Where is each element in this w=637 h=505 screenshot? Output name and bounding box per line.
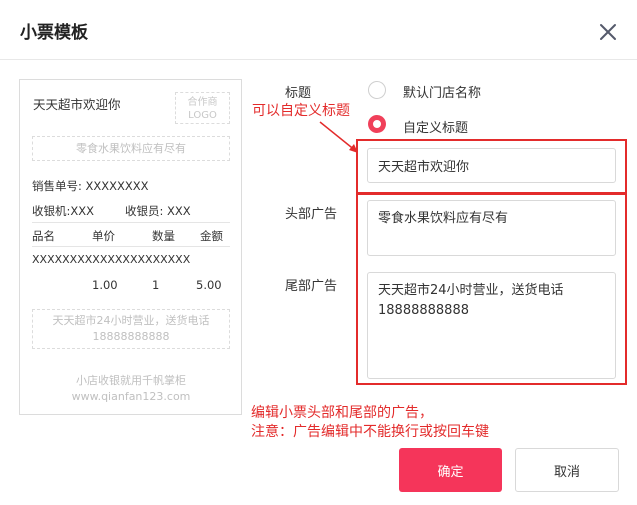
divider [32, 222, 230, 223]
receipt-preview: 天天超市欢迎你 合作商 LOGO 零食水果饮料应有尽有 销售单号: XXXXXX… [19, 79, 242, 415]
annotation-edit-line-1: 编辑小票头部和尾部的广告， [251, 405, 433, 421]
receipt-template-dialog: 小票模板 天天超市欢迎你 合作商 LOGO 零食水果饮料应有尽有 销售单号: X… [0, 0, 637, 505]
receipt-order-no: 销售单号: XXXXXXXX [32, 179, 149, 193]
annotation-edit-line-2: 注意：广告编辑中不能换行或按回车键 [251, 424, 489, 440]
partner-logo-placeholder: 合作商 LOGO [175, 92, 230, 124]
receipt-item-qty: 1 [152, 278, 160, 292]
brand-line-2: www.qianfan123.com [71, 390, 191, 403]
col-header-amount: 金额 [200, 229, 223, 243]
title-label: 标题 [285, 86, 312, 101]
confirm-button[interactable]: 确定 [399, 448, 502, 492]
foot-ad-label: 尾部广告 [285, 279, 338, 294]
radio-default-label: 默认门店名称 [403, 86, 482, 101]
head-ad-label: 头部广告 [285, 207, 338, 222]
annotation-custom-title: 可以自定义标题 [252, 103, 350, 119]
logo-line-2: LOGO [188, 110, 217, 121]
title-input[interactable] [367, 148, 616, 183]
logo-line-1: 合作商 [187, 97, 218, 108]
brand-line-1: 小店收银就用千帆掌柜 [76, 374, 186, 387]
cancel-button[interactable]: 取消 [515, 448, 619, 492]
dialog-title: 小票模板 [20, 23, 88, 43]
foot-ad-line-2: 18888888888 [92, 330, 170, 343]
foot-ad-line-1: 天天超市24小时营业，送货电话 [52, 314, 210, 327]
radio-custom-label: 自定义标题 [403, 121, 469, 136]
receipt-brand-footer: 小店收银就用千帆掌柜 www.qianfan123.com [32, 373, 230, 405]
receipt-cashier: 收银员: XXX [125, 204, 191, 218]
receipt-title: 天天超市欢迎你 [33, 97, 121, 112]
receipt-head-ad: 零食水果饮料应有尽有 [32, 136, 230, 161]
col-header-name: 品名 [32, 229, 55, 243]
close-icon[interactable] [596, 20, 620, 44]
foot-ad-textarea[interactable]: 天天超市24小时营业，送货电话 18888888888 [367, 272, 616, 379]
receipt-item-name: XXXXXXXXXXXXXXXXXXXXX [32, 253, 191, 266]
receipt-cashier-machine: 收银机:XXX [32, 204, 95, 218]
receipt-foot-ad: 天天超市24小时营业，送货电话 18888888888 [32, 309, 230, 349]
radio-custom-title[interactable] [368, 115, 386, 133]
head-ad-textarea[interactable]: 零食水果饮料应有尽有 [367, 200, 616, 256]
divider [32, 246, 230, 247]
col-header-price: 单价 [92, 229, 115, 243]
dialog-header: 小票模板 [0, 0, 637, 60]
col-header-qty: 数量 [152, 229, 175, 243]
receipt-item-price: 1.00 [92, 278, 118, 292]
annotation-edit-ads: 编辑小票头部和尾部的广告， 注意：广告编辑中不能换行或按回车键 [251, 404, 489, 442]
receipt-item-amount: 5.00 [196, 278, 222, 292]
radio-default-store-name[interactable] [368, 81, 386, 99]
